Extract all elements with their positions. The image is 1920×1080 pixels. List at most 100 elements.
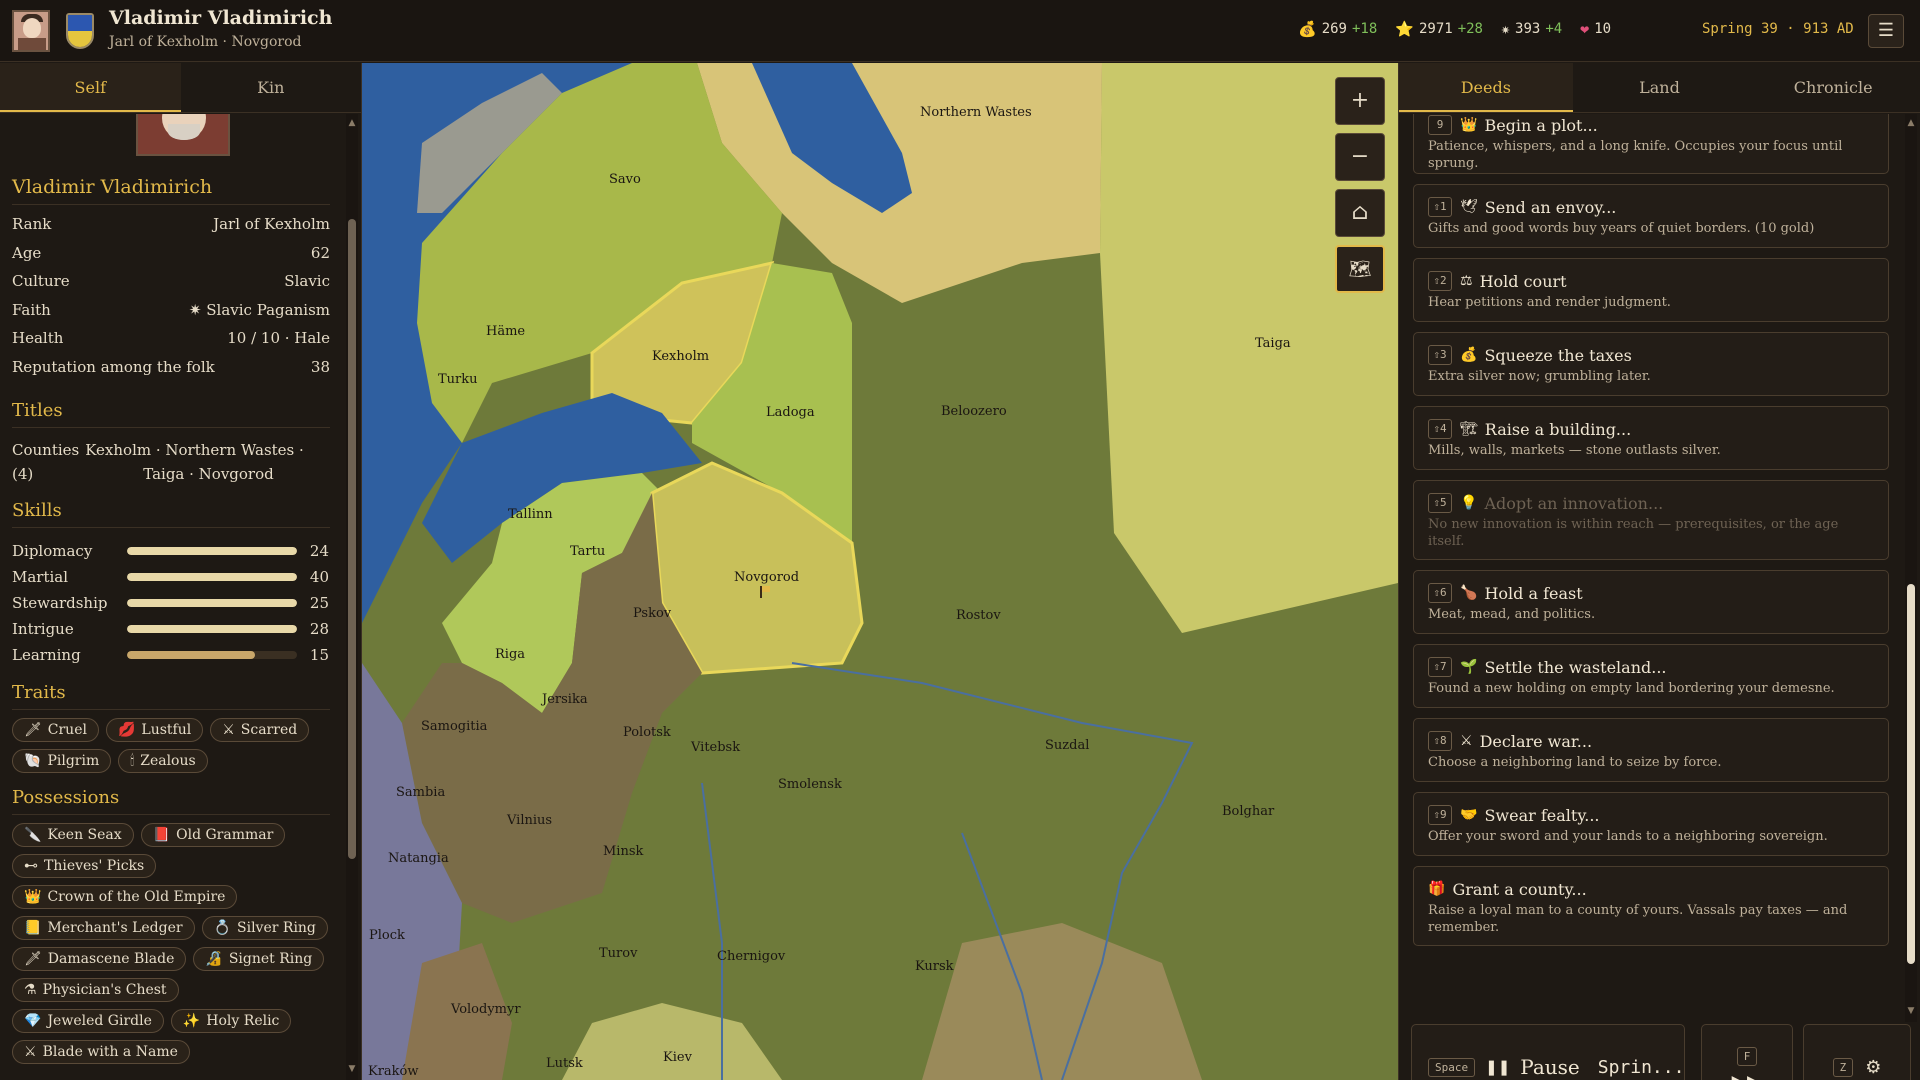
resource-gold[interactable]: 💰 269 +18 <box>1298 20 1377 38</box>
tab-deeds[interactable]: Deeds <box>1399 63 1573 112</box>
menu-button[interactable]: ☰ <box>1868 14 1904 48</box>
scrollbar-thumb[interactable] <box>348 219 356 859</box>
map-label[interactable]: Kiev <box>663 1050 693 1065</box>
map-label[interactable]: Turov <box>599 946 638 961</box>
deed-card[interactable]: 9 👑 Begin a plot... Patience, whispers, an… <box>1413 114 1889 174</box>
fealty-icon: 🤝 <box>1460 807 1478 823</box>
possession-chip[interactable]: ⊷ Thieves' Picks <box>12 854 157 878</box>
scrollbar-thumb[interactable] <box>1907 584 1915 964</box>
map-label[interactable]: Turku <box>438 372 478 387</box>
deeds-scrollbar[interactable]: ▲ ▼ <box>1905 114 1917 1022</box>
map-label[interactable]: Volodymyr <box>450 1002 521 1017</box>
home-button[interactable]: ⌂ <box>1335 189 1385 237</box>
map-label[interactable]: Plock <box>369 928 405 943</box>
resource-piety[interactable]: ✷ 393 +4 <box>1501 20 1562 38</box>
map-label[interactable]: Chernigov <box>717 949 786 964</box>
deed-card[interactable]: 🎁 Grant a county... Raise a loyal man to … <box>1413 866 1889 946</box>
coat-of-arms-icon[interactable] <box>66 13 94 49</box>
deed-card[interactable]: ⇧8 ⚔ Declare war... Choose a neighboring l… <box>1413 718 1889 782</box>
possession-chip[interactable]: 👑 Crown of the Old Empire <box>12 885 238 909</box>
map-label[interactable]: Tartu <box>570 544 605 559</box>
map-label[interactable]: Taiga <box>1255 336 1291 351</box>
map-label[interactable]: Riga <box>495 647 525 662</box>
tab-land[interactable]: Land <box>1573 63 1747 112</box>
possession-label: Physician's Chest <box>42 982 167 998</box>
possession-chip[interactable]: ⚔ Blade with a Name <box>12 1040 190 1064</box>
capital-flag-icon[interactable] <box>760 586 762 598</box>
possession-chip[interactable]: 📕 Old Grammar <box>140 823 286 847</box>
map-label[interactable]: Minsk <box>603 844 644 859</box>
possession-chip[interactable]: ✨ Holy Relic <box>170 1009 292 1033</box>
possession-chip[interactable]: 🔪 Keen Seax <box>12 823 134 847</box>
map-label[interactable]: Beloozero <box>941 404 1007 419</box>
ruler-portrait[interactable] <box>12 10 50 52</box>
map-canvas[interactable]: Northern Wastes Savo Häme Turku Kexholm … <box>362 63 1398 1080</box>
tab-self[interactable]: Self <box>0 63 181 112</box>
zoom-in-button[interactable]: + <box>1335 77 1385 125</box>
map-label[interactable]: Bolghar <box>1222 804 1275 819</box>
hamburger-icon: ☰ <box>1877 20 1895 41</box>
scroll-up-icon[interactable]: ▲ <box>1906 118 1916 128</box>
map-label[interactable]: Tallinn <box>508 507 553 522</box>
zoom-out-button[interactable]: − <box>1335 133 1385 181</box>
scroll-down-icon[interactable]: ▼ <box>347 1064 357 1074</box>
possession-chip[interactable]: 📒 Merchant's Ledger <box>12 916 195 940</box>
scroll-up-icon[interactable]: ▲ <box>347 118 357 128</box>
map-label[interactable]: Pskov <box>633 606 672 621</box>
map-label[interactable]: Rostov <box>956 608 1001 623</box>
scroll-down-icon[interactable]: ▼ <box>1906 1006 1916 1016</box>
map-label[interactable]: Savo <box>609 172 641 187</box>
deed-card[interactable]: ⇧9 🤝 Swear fealty... Offer your sword and … <box>1413 792 1889 856</box>
map-label[interactable]: Häme <box>486 324 525 339</box>
deed-card[interactable]: ⇧6 🍗 Hold a feast Meat, mead, and politics… <box>1413 570 1889 634</box>
character-scrollbar[interactable]: ▲ ▼ <box>346 114 358 1080</box>
possession-chip[interactable]: 💍 Silver Ring <box>201 916 328 940</box>
possession-label: Old Grammar <box>176 827 274 843</box>
map-label[interactable]: Vitebsk <box>690 740 740 755</box>
map-label[interactable]: Polotsk <box>623 725 671 740</box>
possession-chip[interactable]: 🗡 Damascene Blade <box>12 947 187 971</box>
trait-chip[interactable]: 💋 Lustful <box>105 718 204 742</box>
tab-chronicle[interactable]: Chronicle <box>1746 63 1920 112</box>
trait-chip[interactable]: 🕯 Zealous <box>118 749 208 773</box>
map-label[interactable]: Vilnius <box>506 813 552 828</box>
pause-button[interactable]: Space ❚❚ Pause Sprin... <box>1411 1024 1685 1080</box>
titles-line[interactable]: Kexholm · Northern Wastes · <box>85 438 304 462</box>
resource-health[interactable]: ❤ 10 <box>1580 20 1611 38</box>
map-label[interactable]: Smolensk <box>778 777 842 792</box>
map-label[interactable]: Lutsk <box>546 1056 583 1071</box>
map-label[interactable]: Sambia <box>396 785 445 800</box>
trait-chip[interactable]: ⚔ Scarred <box>210 718 310 742</box>
map-label[interactable]: Ladoga <box>766 405 815 420</box>
map-label[interactable]: Jersika <box>540 692 588 707</box>
skill-value: 28 <box>309 620 329 638</box>
deed-card[interactable]: ⇧4 🏗 Raise a building... Mills, walls, mar… <box>1413 406 1889 470</box>
settings-button[interactable]: Z ⚙ <box>1803 1024 1911 1080</box>
skill-bar <box>127 651 297 659</box>
map-label[interactable]: Natangia <box>388 851 449 866</box>
deed-card[interactable]: ⇧3 💰 Squeeze the taxes Extra silver now; g… <box>1413 332 1889 396</box>
fast-forward-button[interactable]: F ▶▶ <box>1701 1024 1793 1080</box>
world-map[interactable]: Northern Wastes Savo Häme Turku Kexholm … <box>362 63 1398 1080</box>
deed-card[interactable]: ⇧2 ⚖ Hold court Hear petitions and render … <box>1413 258 1889 322</box>
character-portrait[interactable] <box>136 114 230 156</box>
map-label[interactable]: Kraków <box>368 1064 419 1079</box>
titles-line[interactable]: Taiga · Novgorod <box>85 462 304 486</box>
resource-prestige[interactable]: ⭐ 2971 +28 <box>1395 20 1483 38</box>
map-label[interactable]: Novgorod <box>734 570 799 585</box>
deed-card[interactable]: ⇧1 🕊 Send an envoy... Gifts and good words… <box>1413 184 1889 248</box>
trait-chip[interactable]: 🐚 Pilgrim <box>12 749 112 773</box>
possession-chip[interactable]: 🔏 Signet Ring <box>193 947 325 971</box>
deed-card[interactable]: ⇧7 🌱 Settle the wasteland... Found a new h… <box>1413 644 1889 708</box>
map-label[interactable]: Samogitia <box>421 719 488 734</box>
tab-kin[interactable]: Kin <box>181 63 362 112</box>
map-mode-button[interactable]: 🗺 <box>1335 245 1385 293</box>
possession-chip[interactable]: ⚗ Physician's Chest <box>12 978 179 1002</box>
map-label[interactable]: Kursk <box>915 959 954 974</box>
possession-chip[interactable]: 💎 Jeweled Girdle <box>12 1009 164 1033</box>
trait-chip[interactable]: 🗡 Cruel <box>12 718 99 742</box>
map-label[interactable]: Suzdal <box>1045 738 1089 753</box>
map-label[interactable]: Northern Wastes <box>920 105 1032 120</box>
map-label[interactable]: Kexholm <box>652 349 709 364</box>
possession-label: Damascene Blade <box>47 951 175 967</box>
